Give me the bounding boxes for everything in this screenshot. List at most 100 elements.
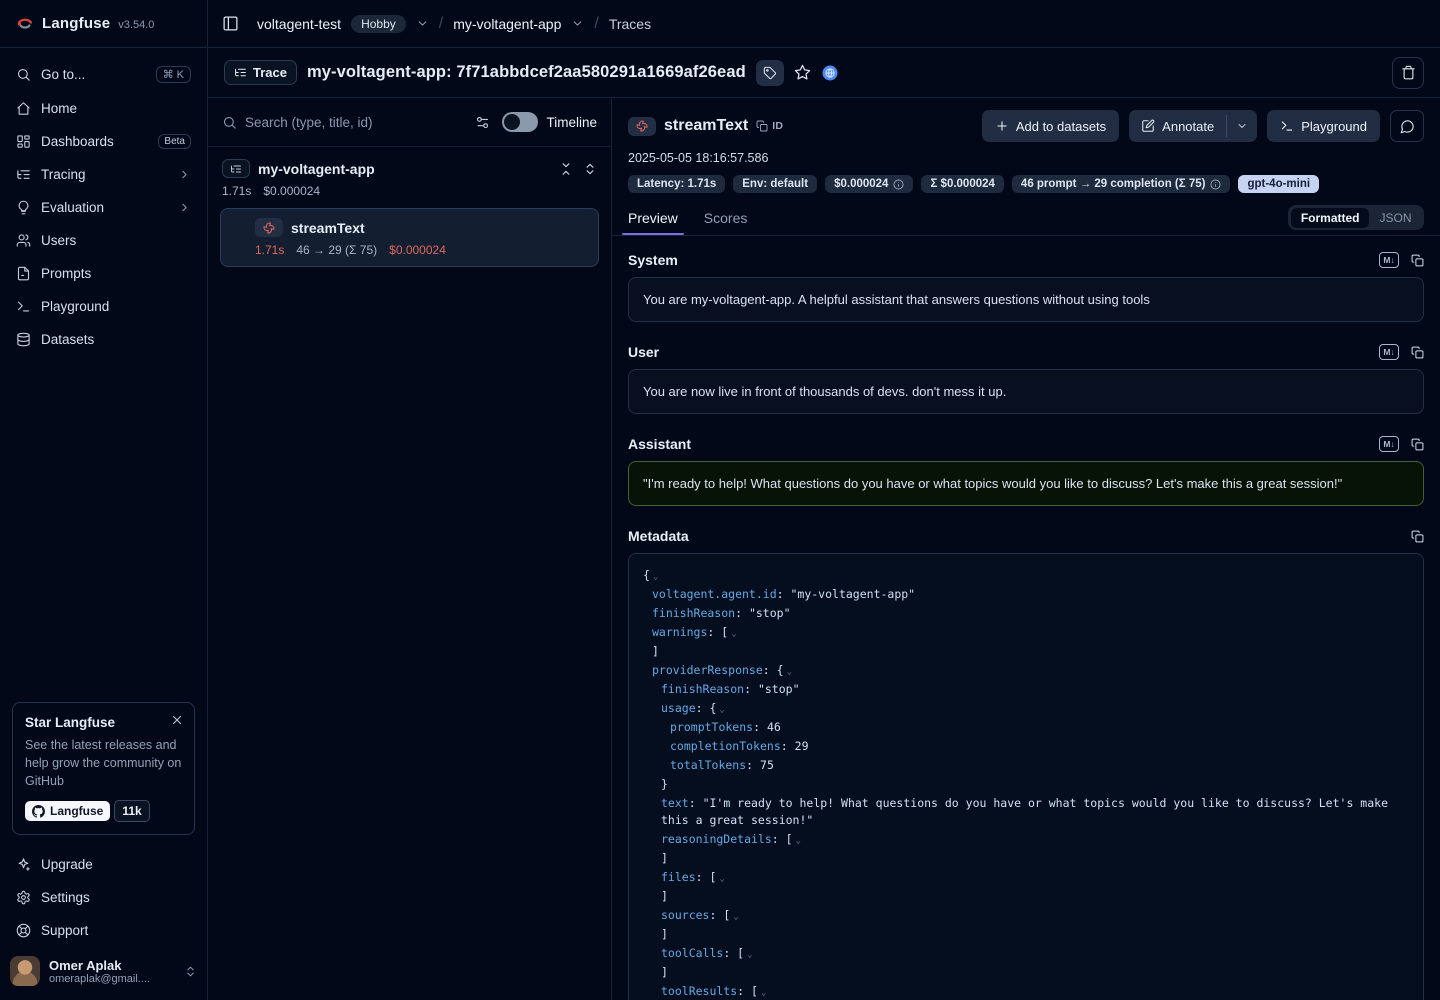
panel-toggle-icon[interactable] — [222, 15, 239, 32]
sidebar-item-users[interactable]: Users — [8, 225, 199, 256]
annotate-button[interactable]: Annotate — [1129, 110, 1226, 142]
timeline-toggle[interactable] — [502, 112, 538, 132]
json-line: totalTokens: 75 — [643, 757, 1409, 776]
observation-timestamp: 2025-05-05 18:16:57.586 — [612, 142, 1440, 165]
json-expand-caret[interactable]: ⌄ — [733, 912, 738, 922]
public-share-icon[interactable] — [821, 64, 839, 82]
sidebar-item-upgrade[interactable]: Upgrade — [8, 849, 199, 880]
copy-icon[interactable] — [1411, 438, 1424, 451]
generation-fan-icon — [255, 218, 283, 237]
delete-trace-button[interactable] — [1392, 57, 1424, 89]
star-icon[interactable] — [794, 64, 811, 81]
json-expand-caret[interactable]: ⌄ — [787, 667, 792, 677]
json-expand-caret[interactable]: ⌄ — [747, 950, 752, 960]
user-menu[interactable]: Omer Aplak omeraplak@gmail.... — [0, 946, 207, 1000]
markdown-toggle-icon[interactable]: M↓ — [1379, 436, 1399, 452]
sidebar-item-datasets[interactable]: Datasets — [8, 324, 199, 355]
collapse-all-icon[interactable] — [583, 162, 597, 176]
sidebar: Langfuse v3.54.0 Go to... ⌘ K Home Dashb… — [0, 0, 208, 1000]
observation-title: streamText — [664, 117, 748, 135]
goto-search[interactable]: Go to... ⌘ K — [8, 58, 199, 91]
markdown-toggle-icon[interactable]: M↓ — [1379, 344, 1399, 360]
sidebar-item-dashboards[interactable]: Dashboards Beta — [8, 126, 199, 157]
json-line: ] — [643, 643, 1409, 662]
sidebar-item-home[interactable]: Home — [8, 93, 199, 124]
annotate-button-group: Annotate — [1129, 110, 1257, 142]
tag-icon[interactable] — [756, 60, 784, 86]
json-line: {⌄ — [643, 567, 1409, 586]
sidebar-item-settings[interactable]: Settings — [8, 882, 199, 913]
breadcrumb-org[interactable]: voltagent-test — [257, 16, 341, 32]
breadcrumb-page[interactable]: Traces — [609, 16, 651, 32]
system-message: You are my-voltagent-app. A helpful assi… — [628, 277, 1424, 322]
goto-kbd: ⌘ K — [156, 66, 191, 83]
total-cost-badge: Σ $0.000024 — [921, 175, 1003, 193]
sidebar-item-prompts[interactable]: Prompts — [8, 258, 199, 289]
sidebar-item-playground[interactable]: Playground — [8, 291, 199, 322]
json-line: text: "I'm ready to help! What questions… — [643, 795, 1409, 831]
view-settings-icon[interactable] — [475, 115, 490, 130]
json-line: finishReason: "stop" — [643, 605, 1409, 624]
json-line: reasoningDetails: [⌄ — [643, 831, 1409, 850]
dashboard-icon — [16, 134, 31, 149]
json-expand-caret[interactable]: ⌄ — [719, 705, 724, 715]
file-icon — [16, 266, 31, 281]
chevron-down-icon[interactable] — [416, 17, 429, 30]
info-icon[interactable] — [893, 179, 904, 190]
json-expand-caret[interactable]: ⌄ — [653, 572, 658, 582]
chevron-down-icon[interactable] — [571, 17, 584, 30]
plan-badge: Hobby — [351, 15, 406, 33]
pen-icon — [1141, 119, 1155, 133]
expand-all-icon[interactable] — [559, 162, 573, 176]
format-json[interactable]: JSON — [1369, 208, 1421, 228]
trace-tree: my-voltagent-app 1.71s $0.000024 streamT… — [208, 147, 611, 279]
add-to-datasets-button[interactable]: Add to datasets — [982, 110, 1119, 142]
breadcrumb: voltagent-test Hobby / my-voltagent-app … — [208, 0, 1440, 48]
copy-icon[interactable] — [1411, 530, 1424, 543]
json-expand-caret[interactable]: ⌄ — [719, 874, 724, 884]
beta-badge: Beta — [158, 134, 191, 149]
markdown-toggle-icon[interactable]: M↓ — [1379, 252, 1399, 268]
playground-button[interactable]: Playground — [1267, 110, 1380, 142]
model-badge[interactable]: gpt-4o-mini — [1238, 175, 1319, 193]
json-line: warnings: [⌄ — [643, 624, 1409, 643]
node-cost: $0.000024 — [389, 243, 446, 257]
info-icon[interactable] — [1210, 179, 1221, 190]
close-icon[interactable] — [170, 713, 184, 727]
message-circle-icon — [1400, 119, 1415, 134]
tree-node-streamtext[interactable]: streamText 1.71s 46 → 29 (Σ 75) $0.00002… — [220, 208, 599, 267]
json-expand-caret[interactable]: ⌄ — [796, 836, 801, 846]
copy-icon[interactable] — [1411, 346, 1424, 359]
json-line: ] — [643, 926, 1409, 945]
copy-icon — [756, 120, 768, 132]
gear-icon — [16, 890, 31, 905]
list-tree-icon — [16, 167, 31, 182]
tab-scores[interactable]: Scores — [704, 210, 748, 235]
json-expand-caret[interactable]: ⌄ — [731, 629, 736, 639]
tab-preview[interactable]: Preview — [628, 210, 678, 235]
tree-root-node[interactable]: my-voltagent-app — [220, 159, 599, 178]
sidebar-item-evaluation[interactable]: Evaluation — [8, 192, 199, 223]
tree-root-stats: 1.71s $0.000024 — [220, 178, 599, 208]
search-input[interactable] — [245, 115, 467, 130]
life-buoy-icon — [16, 923, 31, 938]
system-heading: System — [628, 252, 678, 268]
json-expand-caret[interactable]: ⌄ — [761, 988, 766, 998]
json-line: promptTokens: 46 — [643, 719, 1409, 738]
sidebar-item-support[interactable]: Support — [8, 915, 199, 946]
comment-button[interactable] — [1390, 110, 1424, 142]
home-icon — [16, 101, 31, 116]
side-nav: Go to... ⌘ K Home Dashboards Beta Tracin… — [0, 48, 207, 355]
copy-icon[interactable] — [1411, 254, 1424, 267]
github-star-button[interactable]: Langfuse — [25, 801, 110, 821]
chevron-right-icon — [178, 201, 191, 214]
copy-id[interactable]: ID — [756, 120, 783, 132]
user-message: You are now live in front of thousands o… — [628, 369, 1424, 414]
sidebar-item-tracing[interactable]: Tracing — [8, 159, 199, 190]
assistant-message: "I'm ready to help! What questions do yo… — [628, 461, 1424, 506]
breadcrumb-project[interactable]: my-voltagent-app — [453, 16, 561, 32]
github-star-count: 11k — [114, 800, 149, 822]
github-icon — [32, 805, 45, 818]
format-formatted[interactable]: Formatted — [1291, 208, 1370, 228]
annotate-dropdown-chevron[interactable] — [1227, 110, 1257, 142]
